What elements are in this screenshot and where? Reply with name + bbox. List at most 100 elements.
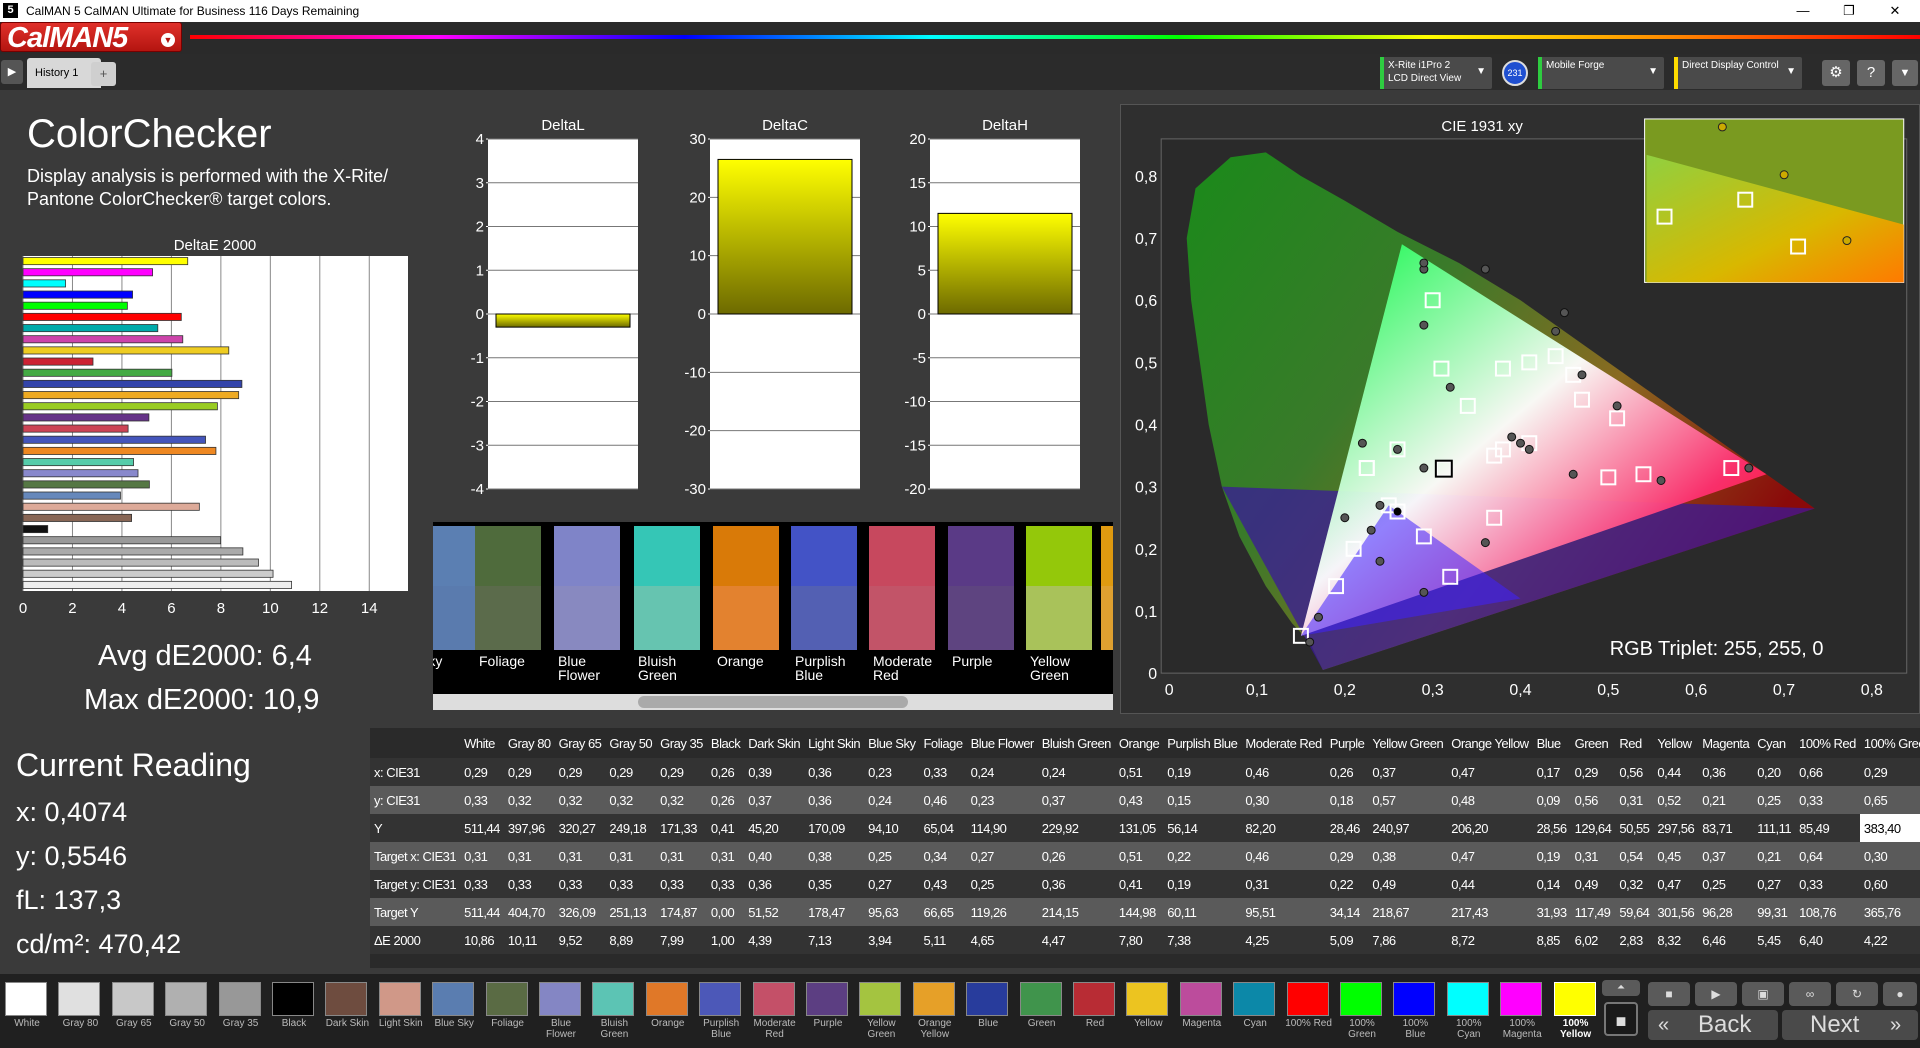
- table-cell[interactable]: 0,33: [554, 870, 606, 898]
- table-cell[interactable]: 0,26: [706, 758, 745, 786]
- table-cell[interactable]: 0,66: [1795, 758, 1860, 786]
- table-cell[interactable]: 5,45: [1753, 926, 1796, 954]
- table-cell[interactable]: 0,37: [1368, 758, 1448, 786]
- table-cell[interactable]: 0,25: [1753, 786, 1796, 814]
- column-header[interactable]: Red: [1615, 728, 1653, 758]
- table-cell[interactable]: 0,29: [605, 758, 657, 786]
- table-cell[interactable]: 34,14: [1325, 898, 1369, 926]
- column-header[interactable]: Green: [1571, 728, 1616, 758]
- table-cell[interactable]: 129,64: [1570, 814, 1616, 842]
- column-header[interactable]: Gray 50: [605, 728, 656, 758]
- table-cell[interactable]: 0,39: [744, 758, 805, 786]
- patch-button[interactable]: Purple: [804, 982, 852, 1044]
- table-cell[interactable]: 0,29: [656, 758, 707, 786]
- table-cell[interactable]: 0,41: [706, 814, 745, 842]
- table-cell[interactable]: 320,27: [554, 814, 606, 842]
- column-header[interactable]: Blue Sky: [864, 728, 919, 758]
- column-header[interactable]: White: [460, 728, 504, 758]
- table-cell[interactable]: 1,00: [706, 926, 745, 954]
- table-cell[interactable]: 4,25: [1241, 926, 1326, 954]
- table-cell[interactable]: 0,33: [605, 870, 657, 898]
- more-menu-button[interactable]: ▼: [1892, 60, 1918, 86]
- patch-button[interactable]: Light Skin: [377, 982, 425, 1044]
- table-cell[interactable]: 0,27: [966, 842, 1038, 870]
- table-cell[interactable]: 251,13: [605, 898, 657, 926]
- patch-button[interactable]: 100% Magenta: [1498, 982, 1546, 1044]
- close-button[interactable]: ✕: [1872, 0, 1918, 22]
- table-cell[interactable]: 0,29: [1325, 842, 1369, 870]
- table-cell[interactable]: 131,05: [1114, 814, 1164, 842]
- column-header[interactable]: Gray 35: [656, 728, 707, 758]
- table-cell[interactable]: 95,63: [864, 898, 920, 926]
- table-cell[interactable]: 0,56: [1570, 786, 1616, 814]
- table-cell[interactable]: 383,40: [1859, 814, 1920, 842]
- table-cell[interactable]: 9,52: [554, 926, 606, 954]
- table-cell[interactable]: 144,98: [1114, 898, 1164, 926]
- table-cell[interactable]: 0,49: [1570, 870, 1616, 898]
- table-cell[interactable]: 0,56: [1615, 758, 1654, 786]
- table-cell[interactable]: 95,51: [1241, 898, 1326, 926]
- table-cell[interactable]: 0,18: [1325, 786, 1369, 814]
- column-header[interactable]: Blue Flower: [967, 728, 1038, 758]
- device-meter[interactable]: X-Rite i1Pro 2 LCD Direct View ▼: [1380, 57, 1492, 89]
- device-badge[interactable]: 231: [1502, 60, 1528, 86]
- table-cell[interactable]: 0,26: [706, 786, 745, 814]
- tab-history-1[interactable]: History 1: [27, 58, 101, 88]
- patch-button[interactable]: Gray 80: [56, 982, 104, 1044]
- column-header[interactable]: 100% Red: [1795, 728, 1860, 758]
- table-cell[interactable]: 31,93: [1532, 898, 1571, 926]
- table-cell[interactable]: 6,46: [1698, 926, 1754, 954]
- table-cell[interactable]: 10,86: [460, 926, 504, 954]
- table-cell[interactable]: 65,04: [919, 814, 967, 842]
- table-cell[interactable]: 7,86: [1368, 926, 1448, 954]
- table-cell[interactable]: 50,55: [1615, 814, 1654, 842]
- table-cell[interactable]: 0,15: [1163, 786, 1242, 814]
- table-cell[interactable]: 0,31: [460, 842, 504, 870]
- table-cell[interactable]: 0,44: [1653, 758, 1699, 786]
- table-cell[interactable]: 206,20: [1447, 814, 1533, 842]
- table-cell[interactable]: 0,36: [804, 758, 865, 786]
- table-cell[interactable]: 0,33: [1795, 786, 1860, 814]
- table-cell[interactable]: 2,83: [1615, 926, 1654, 954]
- table-cell[interactable]: 301,56: [1653, 898, 1699, 926]
- column-header[interactable]: Yellow Green: [1368, 728, 1447, 758]
- patch-button[interactable]: 100% Green: [1338, 982, 1386, 1044]
- table-cell[interactable]: 178,47: [804, 898, 865, 926]
- column-header[interactable]: Purplish Blue: [1163, 728, 1241, 758]
- table-cell[interactable]: 0,38: [1368, 842, 1448, 870]
- table-cell[interactable]: 0,29: [503, 758, 555, 786]
- table-cell[interactable]: 0,46: [1241, 758, 1326, 786]
- scrollbar-thumb[interactable]: [638, 696, 908, 708]
- table-cell[interactable]: 0,33: [460, 870, 504, 898]
- column-header[interactable]: Orange Yellow: [1447, 728, 1532, 758]
- patch-button[interactable]: Black: [270, 982, 318, 1044]
- table-cell[interactable]: 0,30: [1859, 842, 1920, 870]
- table-cell[interactable]: 45,20: [744, 814, 805, 842]
- patch-button[interactable]: Purplish Blue: [697, 982, 745, 1044]
- table-cell[interactable]: 99,31: [1753, 898, 1796, 926]
- table-cell[interactable]: 0,32: [554, 786, 606, 814]
- table-cell[interactable]: 0,19: [1532, 842, 1571, 870]
- table-cell[interactable]: 0,36: [1037, 870, 1115, 898]
- table-cell[interactable]: 28,46: [1325, 814, 1369, 842]
- table-cell[interactable]: 0,22: [1163, 842, 1242, 870]
- table-cell[interactable]: 217,43: [1447, 898, 1533, 926]
- table-cell[interactable]: 111,11: [1753, 814, 1796, 842]
- table-cell[interactable]: 0,19: [1163, 870, 1242, 898]
- table-cell[interactable]: 0,37: [1698, 842, 1754, 870]
- table-cell[interactable]: 174,87: [656, 898, 707, 926]
- table-cell[interactable]: 0,31: [1615, 786, 1654, 814]
- table-cell[interactable]: 96,28: [1698, 898, 1754, 926]
- table-cell[interactable]: 0,27: [1753, 870, 1796, 898]
- table-cell[interactable]: 7,13: [804, 926, 865, 954]
- table-cell[interactable]: 59,64: [1615, 898, 1654, 926]
- table-cell[interactable]: 28,56: [1532, 814, 1571, 842]
- table-cell[interactable]: 0,31: [503, 842, 555, 870]
- table-cell[interactable]: 94,10: [864, 814, 920, 842]
- table-cell[interactable]: 0,33: [706, 870, 745, 898]
- table-cell[interactable]: 0,49: [1368, 870, 1448, 898]
- restore-button[interactable]: ❐: [1826, 0, 1872, 22]
- table-cell[interactable]: 8,72: [1447, 926, 1533, 954]
- table-cell[interactable]: 0,44: [1447, 870, 1533, 898]
- table-cell[interactable]: 108,76: [1795, 898, 1860, 926]
